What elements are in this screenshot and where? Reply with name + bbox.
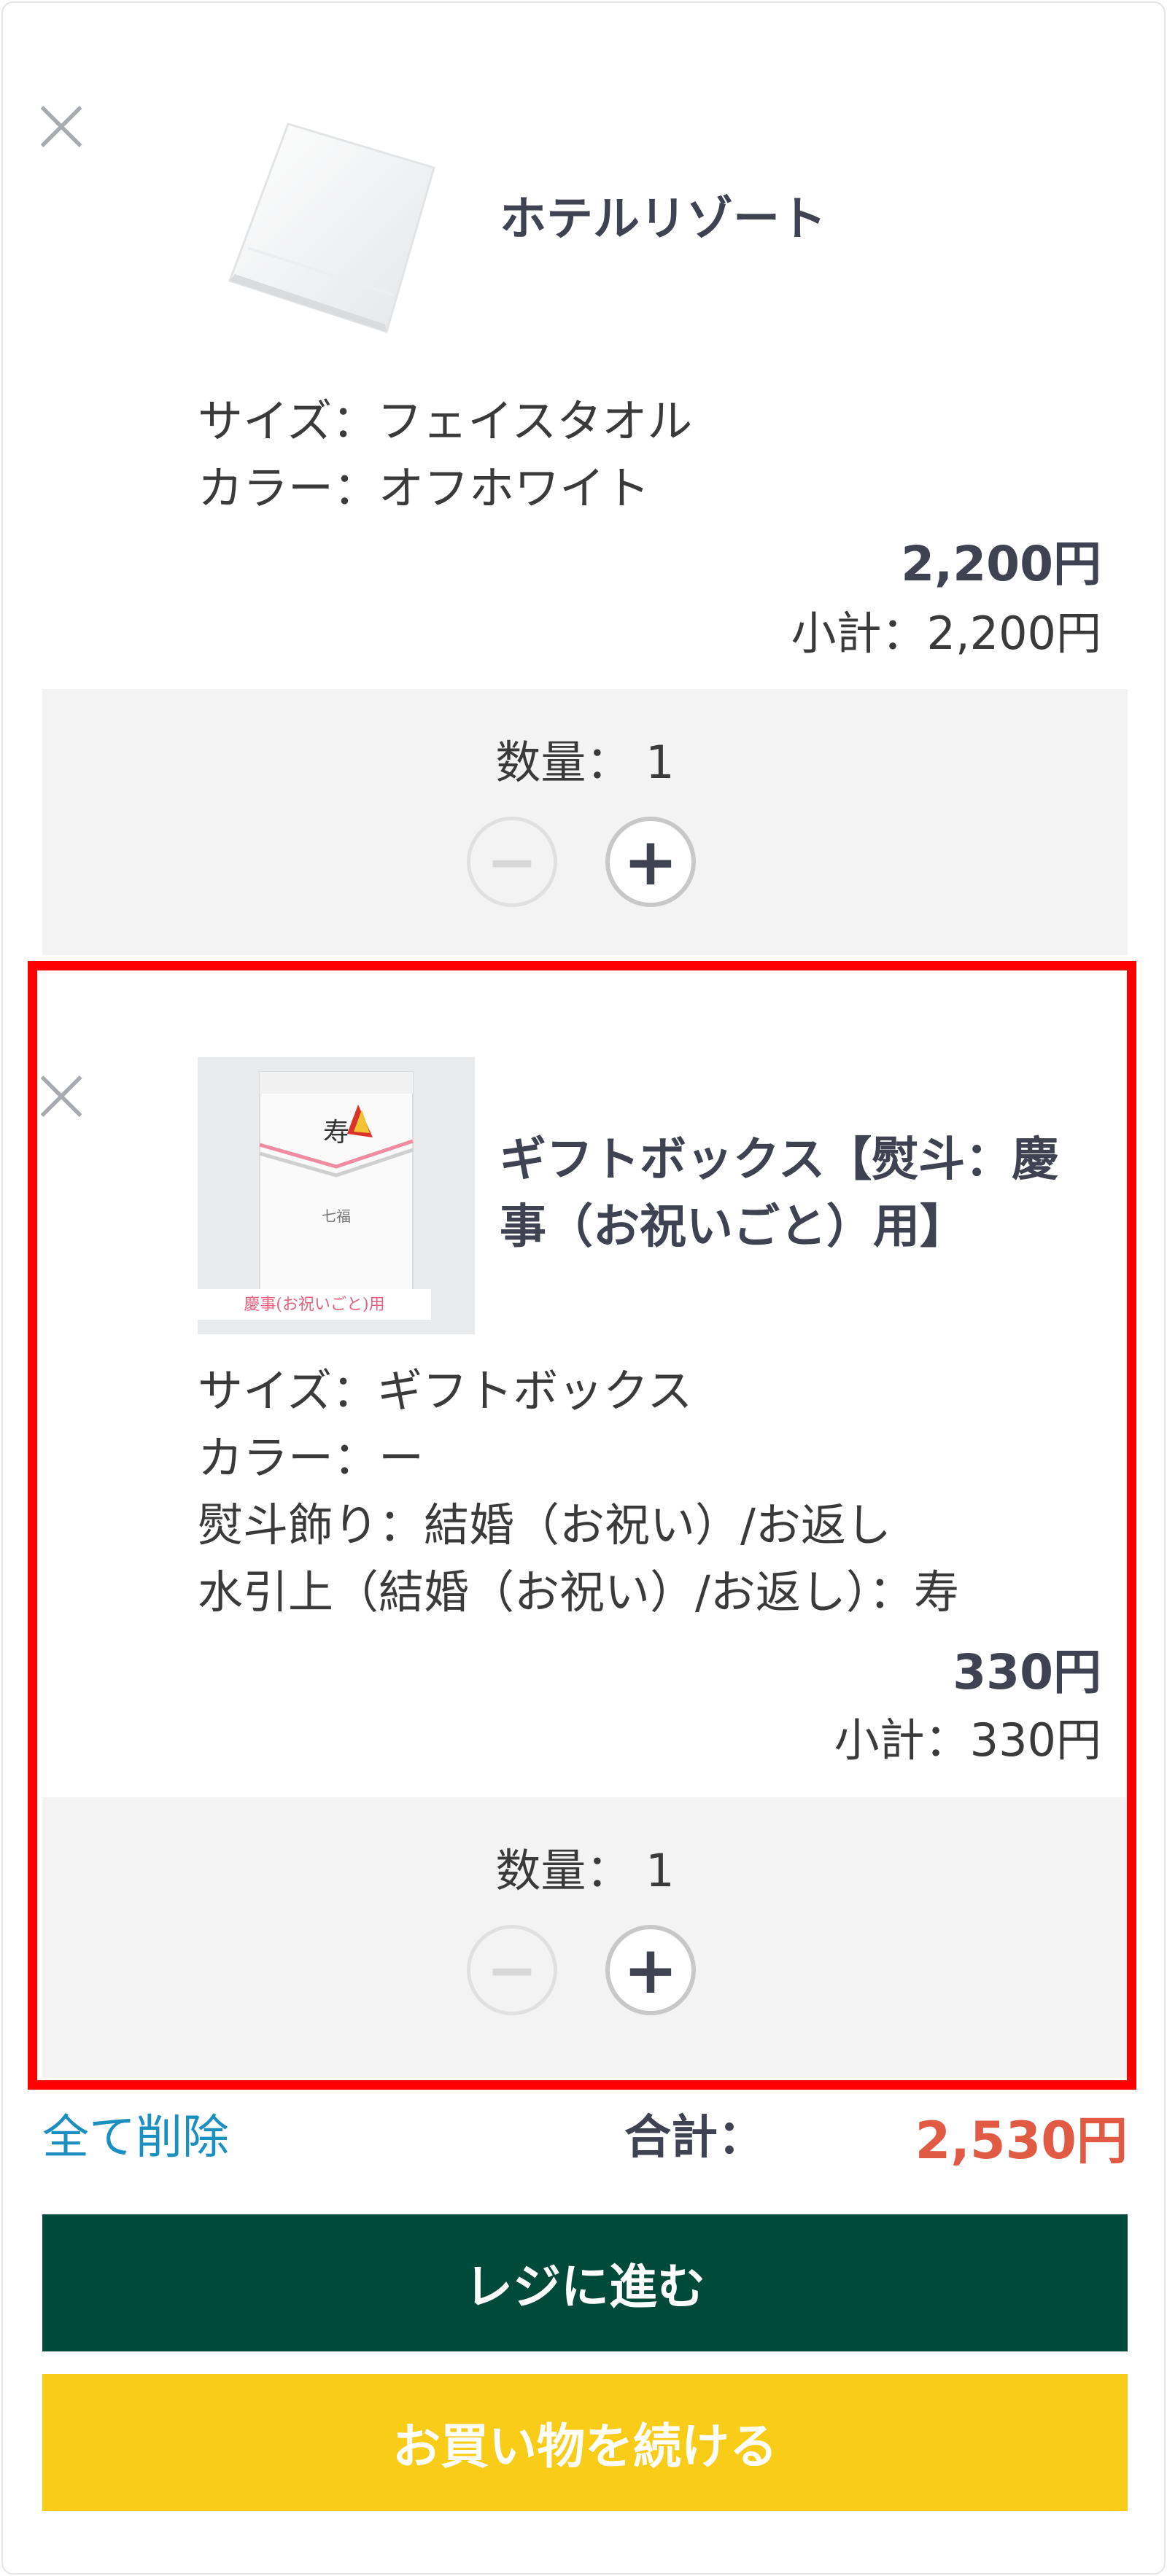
item-1-price: 2,200円 (901, 536, 1101, 592)
checkout-button[interactable]: レジに進む (42, 2214, 1128, 2351)
clear-all-link[interactable]: 全て削除 (42, 2100, 229, 2167)
total-value: 2,530円 (915, 2111, 1128, 2171)
towel-product-image (228, 122, 435, 333)
total-label: 合計： (624, 2111, 764, 2165)
item-1-increase-plus-icon[interactable]: + (605, 817, 696, 907)
item-1-option-color: カラー：オフホワイト (198, 462, 651, 515)
cart-total-row: 全て削除 合計： 2,530円 (42, 2100, 1128, 2173)
item-1-options: サイズ：フェイスタオル カラー：オフホワイト (198, 388, 692, 522)
item-1-quantity-value: 1 (645, 736, 675, 789)
item-1-subtotal: 小計：2,200円 (791, 607, 1102, 660)
item-1-option-size: サイズ：フェイスタオル (198, 394, 693, 448)
remove-item-1-close-icon[interactable]: × (28, 84, 95, 164)
item-1-quantity-section: 数量： 1 − + (42, 689, 1128, 955)
item-1-name[interactable]: ホテルリゾート (500, 186, 826, 253)
item-1-decrease-minus-icon[interactable]: − (467, 817, 557, 907)
highlight-box (28, 961, 1136, 2090)
item-1-quantity-label: 数量： 1 (495, 736, 675, 789)
continue-shopping-button[interactable]: お買い物を続ける (42, 2374, 1128, 2511)
